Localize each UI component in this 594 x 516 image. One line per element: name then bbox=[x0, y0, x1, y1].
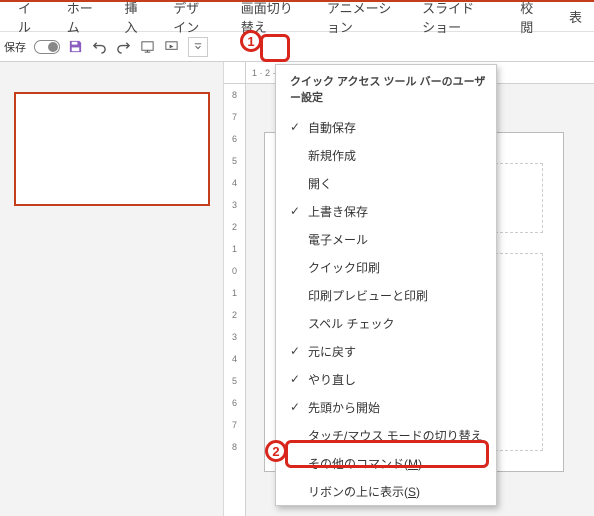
ribbon-tab-animations[interactable]: アニメーション bbox=[315, 0, 404, 42]
ribbon-tab-slideshow[interactable]: スライド ショー bbox=[410, 0, 502, 42]
presenter-icon[interactable] bbox=[162, 38, 180, 56]
ribbon-tabs: イル ホーム 挿入 デザイン 画面切り替え アニメーション スライド ショー 校… bbox=[0, 2, 594, 32]
menu-item-spellcheck[interactable]: スペル チェック bbox=[276, 309, 496, 337]
menu-item-printpreview[interactable]: 印刷プレビューと印刷 bbox=[276, 281, 496, 309]
callout-box-1 bbox=[260, 34, 290, 62]
redo-icon[interactable] bbox=[114, 38, 132, 56]
callout-2: 2 bbox=[265, 440, 287, 462]
save-icon[interactable] bbox=[66, 38, 84, 56]
qat-customize-button[interactable] bbox=[188, 37, 208, 57]
menu-item-undo[interactable]: ✓元に戻す bbox=[276, 337, 496, 365]
callout-1: 1 bbox=[240, 30, 262, 52]
menu-item-from-beginning[interactable]: ✓先頭から開始 bbox=[276, 393, 496, 421]
menu-title: クイック アクセス ツール バーのユーザー設定 bbox=[276, 65, 496, 113]
ribbon-tab-review[interactable]: 校閲 bbox=[508, 0, 551, 42]
callout-box-2 bbox=[285, 440, 489, 468]
undo-icon[interactable] bbox=[90, 38, 108, 56]
ribbon-tab-home[interactable]: ホーム bbox=[55, 0, 107, 42]
menu-item-new[interactable]: 新規作成 bbox=[276, 141, 496, 169]
menu-item-open[interactable]: 開く bbox=[276, 169, 496, 197]
menu-item-quickprint[interactable]: クイック印刷 bbox=[276, 253, 496, 281]
ribbon-tab-insert[interactable]: 挿入 bbox=[113, 0, 156, 42]
menu-item-show-above-ribbon[interactable]: リボンの上に表示(S) bbox=[276, 477, 496, 505]
ruler-corner bbox=[224, 62, 246, 84]
ribbon-tab-view[interactable]: 表 bbox=[557, 1, 594, 32]
slide-thumbnail-1[interactable] bbox=[14, 92, 210, 206]
menu-item-save[interactable]: ✓上書き保存 bbox=[276, 197, 496, 225]
ribbon-tab-design[interactable]: デザイン bbox=[161, 0, 222, 42]
ruler-vertical: 8 7 6 5 4 3 2 1 0 1 2 3 4 5 6 7 8 bbox=[224, 84, 246, 516]
autosave-toggle[interactable] bbox=[34, 40, 60, 54]
autosave-label: 保存 bbox=[4, 39, 26, 55]
menu-item-email[interactable]: 電子メール bbox=[276, 225, 496, 253]
menu-item-redo[interactable]: ✓やり直し bbox=[276, 365, 496, 393]
ribbon-tab-file[interactable]: イル bbox=[6, 0, 49, 42]
slideshow-icon[interactable] bbox=[138, 38, 156, 56]
slide-thumbnail-pane bbox=[0, 62, 224, 516]
menu-item-autosave[interactable]: ✓自動保存 bbox=[276, 113, 496, 141]
